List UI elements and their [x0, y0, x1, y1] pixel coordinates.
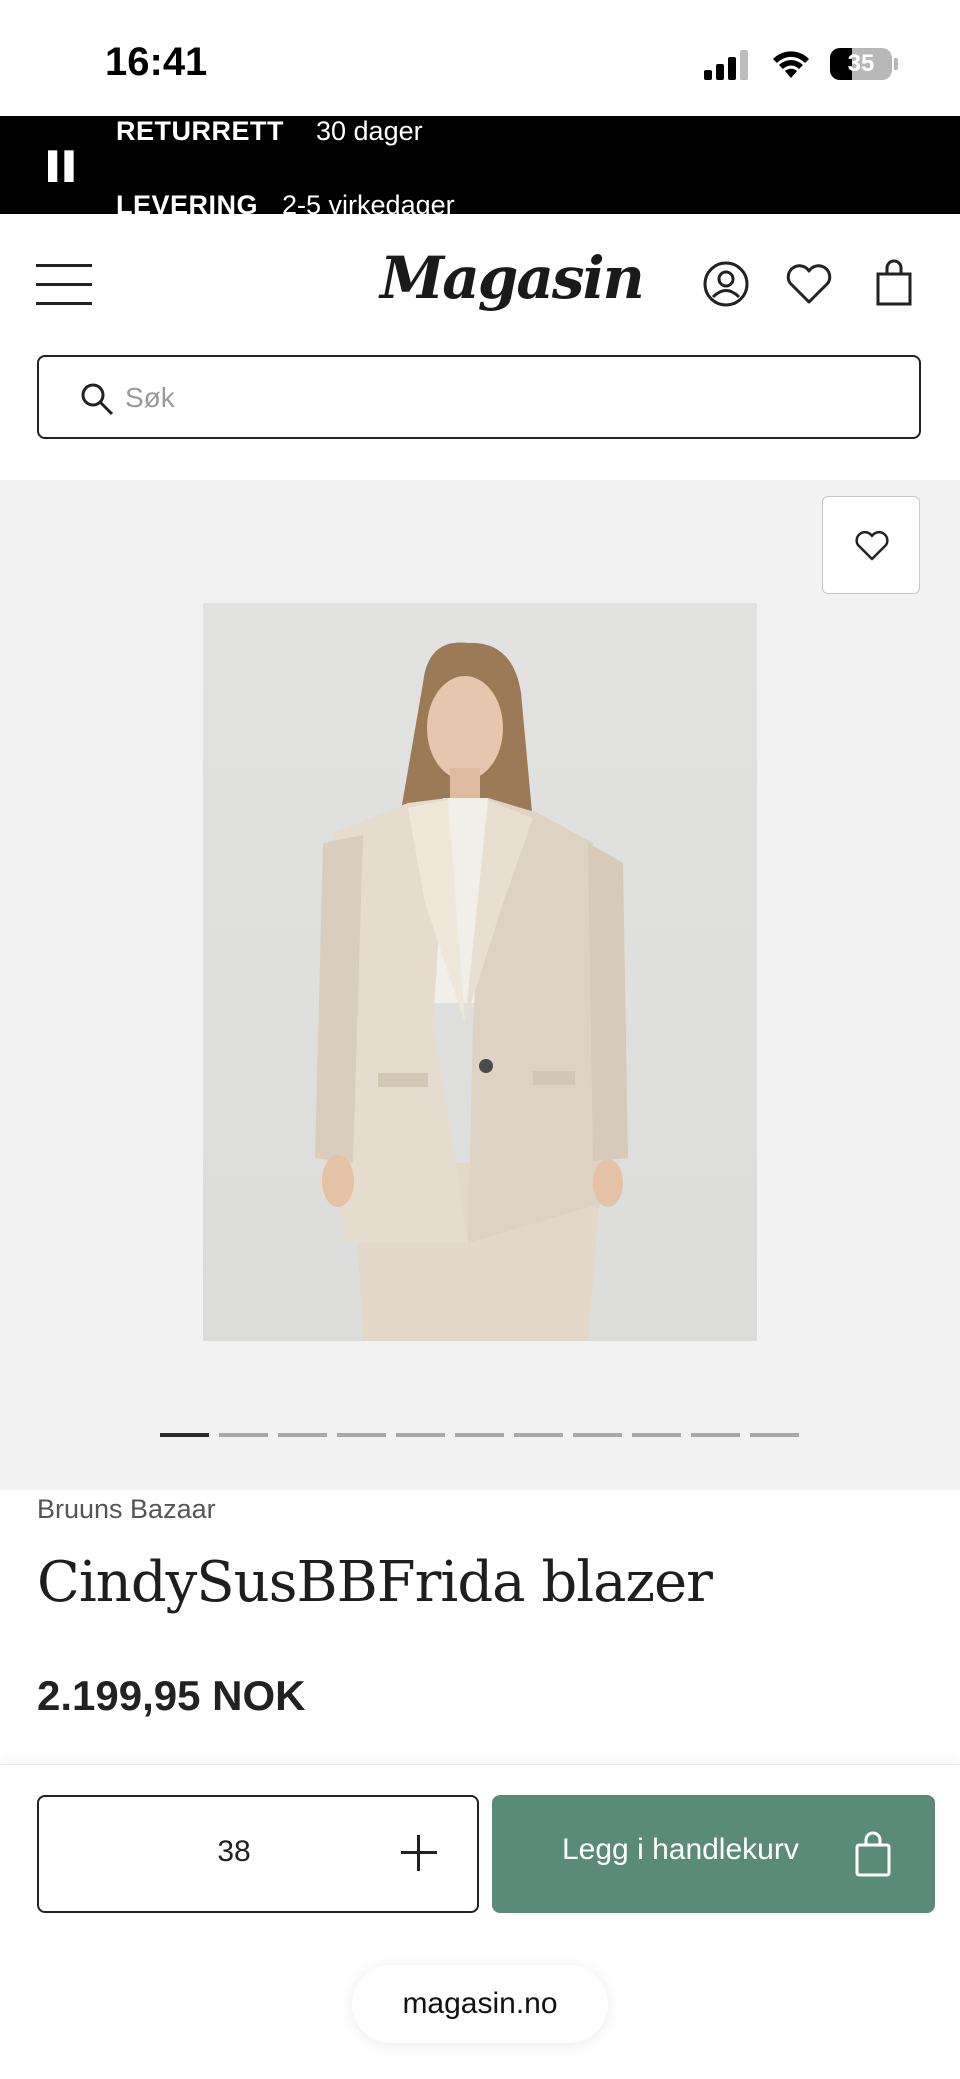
status-time: 16:41	[105, 40, 208, 84]
search-bar[interactable]	[37, 355, 921, 439]
battery-icon: 35	[830, 48, 892, 80]
site-header: Magasin	[0, 214, 960, 354]
product-gallery[interactable]	[0, 480, 960, 1490]
wishlist-icon[interactable]	[781, 256, 837, 312]
add-to-cart-label: Legg i handlekurv	[562, 1833, 799, 1866]
gallery-dot[interactable]	[337, 1433, 386, 1437]
battery-tip	[894, 58, 898, 70]
selected-size: 38	[217, 1835, 251, 1868]
site-logo[interactable]: Magasin	[380, 244, 645, 312]
plus-icon	[401, 1835, 437, 1871]
status-icons: 35	[704, 44, 898, 84]
status-bar: 16:41 35	[0, 0, 960, 116]
account-icon[interactable]	[698, 256, 754, 312]
shopping-bag-icon	[855, 1831, 891, 1877]
gallery-dot[interactable]	[691, 1433, 740, 1437]
cart-icon[interactable]	[866, 256, 922, 312]
signal-icon	[704, 50, 748, 80]
gallery-dot[interactable]	[632, 1433, 681, 1437]
promo-delivery-label: LEVERING	[116, 190, 259, 214]
gallery-dot[interactable]	[160, 1433, 209, 1437]
promo-return-label: RETURRETT	[116, 116, 284, 146]
gallery-dot[interactable]	[219, 1433, 268, 1437]
heart-icon	[855, 531, 889, 561]
product-brand[interactable]: Bruuns Bazaar	[37, 1494, 216, 1525]
product-name: CindySusBBFrida blazer	[37, 1550, 713, 1615]
promo-return: RETURRETT 30 dager	[116, 116, 423, 147]
battery-level: 35	[847, 50, 875, 77]
add-to-cart-button[interactable]: Legg i handlekurv	[492, 1795, 935, 1913]
search-input[interactable]	[123, 375, 887, 421]
purchase-bar: 38 Legg i handlekurv magasin.no	[0, 1764, 960, 2079]
promo-delivery-value: 2-5 virkedager	[282, 190, 455, 214]
gallery-pagination	[160, 1433, 799, 1437]
size-selector[interactable]: 38	[37, 1795, 479, 1913]
gallery-dot[interactable]	[396, 1433, 445, 1437]
search-icon	[81, 383, 114, 416]
wifi-icon	[773, 51, 809, 78]
gallery-dot[interactable]	[278, 1433, 327, 1437]
promo-banner: ▌▌ RETURRETT 30 dager LEVERING 2-5 virkeda…	[0, 116, 960, 214]
gallery-dot[interactable]	[573, 1433, 622, 1437]
gallery-dot[interactable]	[514, 1433, 563, 1437]
promo-return-value: 30 dager	[316, 116, 423, 146]
promo-delivery: LEVERING 2-5 virkedager	[116, 190, 455, 214]
product-price: 2.199,95 NOK	[37, 1672, 306, 1719]
gallery-dot[interactable]	[455, 1433, 504, 1437]
menu-icon[interactable]	[36, 264, 92, 306]
product-photo-illustration	[315, 642, 628, 1341]
product-image[interactable]	[203, 603, 757, 1341]
add-to-wishlist-button[interactable]	[822, 496, 920, 594]
gallery-dot[interactable]	[750, 1433, 799, 1437]
url-bar[interactable]: magasin.no	[352, 1965, 608, 2043]
pause-icon[interactable]: ▌▌	[48, 150, 83, 181]
